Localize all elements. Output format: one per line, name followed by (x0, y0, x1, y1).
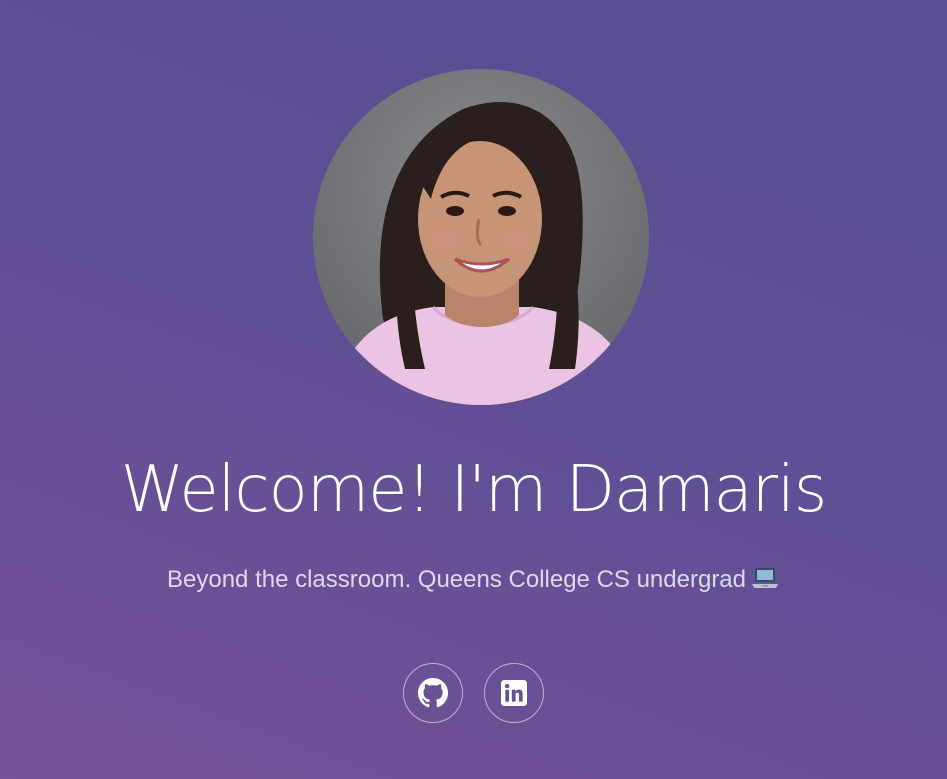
github-link[interactable] (403, 663, 463, 723)
linkedin-link[interactable] (484, 663, 544, 723)
laptop-icon (750, 565, 780, 601)
social-links (0, 663, 947, 723)
page-subtitle: Beyond the classroom. Queens College CS … (0, 563, 947, 601)
subtitle-text: Beyond the classroom. Queens College CS … (167, 566, 746, 593)
avatar-illustration (333, 102, 635, 405)
github-icon (418, 678, 448, 708)
page-title: Welcome! I'm Damaris (120, 453, 827, 527)
hero-section: Welcome! I'm Damaris Beyond the classroo… (0, 0, 947, 779)
profile-avatar (313, 69, 649, 405)
linkedin-icon (501, 680, 527, 706)
